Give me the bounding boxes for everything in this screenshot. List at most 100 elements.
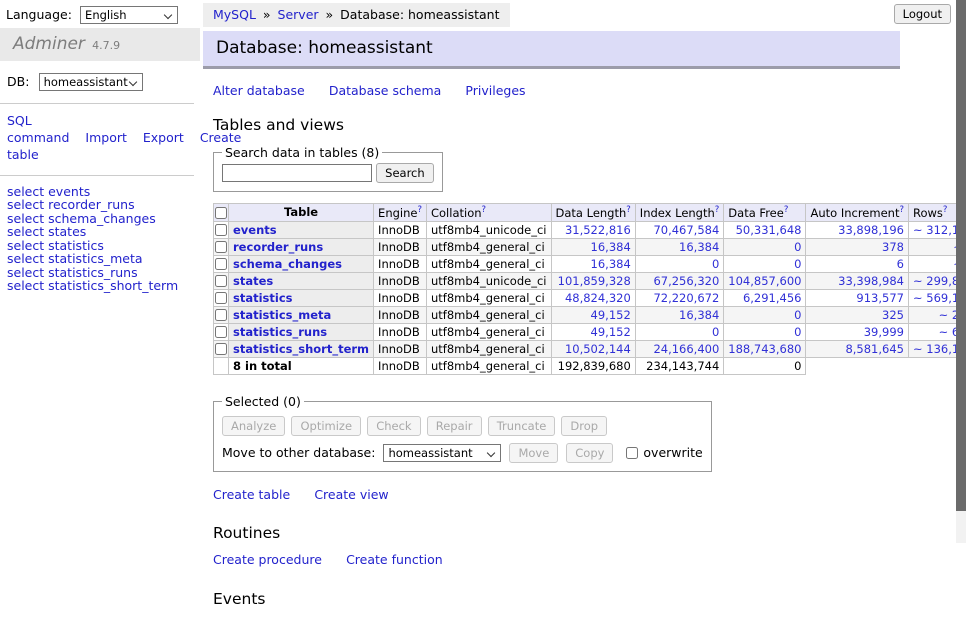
db-select[interactable]: homeassistant — [39, 73, 143, 91]
logout-button[interactable]: Logout — [894, 4, 951, 24]
table-link[interactable]: statistics_runs — [233, 325, 327, 339]
data-free-link[interactable]: 188,743,680 — [728, 342, 801, 356]
col-header-auto-increment[interactable]: Auto Increment? — [806, 204, 909, 222]
data-free-link[interactable]: 0 — [794, 308, 801, 322]
col-header-data-length[interactable]: Data Length? — [551, 204, 635, 222]
index-length-link[interactable]: 0 — [712, 325, 719, 339]
import-link[interactable]: Import — [85, 130, 127, 145]
data-length-link[interactable]: 49,152 — [591, 325, 631, 339]
row-checkbox[interactable] — [215, 326, 227, 338]
data-length-link[interactable]: 10,502,144 — [565, 342, 631, 356]
adminer-logo[interactable]: Adminer — [13, 34, 85, 54]
data-free-link[interactable]: 50,331,648 — [736, 223, 802, 237]
col-header-index-length[interactable]: Index Length? — [635, 204, 724, 222]
create-table-link[interactable]: Create table — [213, 487, 290, 502]
data-length-link[interactable]: 16,384 — [591, 257, 631, 271]
data-free-link[interactable]: 0 — [794, 325, 801, 339]
data-length-link[interactable]: 16,384 — [591, 240, 631, 254]
scrollbar[interactable] — [956, 0, 966, 543]
table-link[interactable]: events — [233, 223, 277, 237]
export-link[interactable]: Export — [143, 130, 184, 145]
help-icon[interactable]: ? — [482, 205, 487, 215]
col-header-engine[interactable]: Engine? — [374, 204, 427, 222]
breadcrumb-server-link[interactable]: Server — [278, 7, 319, 22]
help-icon[interactable]: ? — [899, 205, 904, 215]
table-link[interactable]: states — [233, 274, 273, 288]
sidebar-select-link[interactable]: select states — [7, 225, 200, 239]
scrollbar-thumb[interactable] — [956, 0, 966, 511]
help-icon[interactable]: ? — [715, 205, 720, 215]
optimize-button[interactable]: Optimize — [291, 416, 361, 436]
privileges-link[interactable]: Privileges — [465, 83, 525, 98]
search-input[interactable] — [222, 164, 372, 182]
help-icon[interactable]: ? — [626, 205, 631, 215]
row-checkbox[interactable] — [215, 309, 227, 321]
row-checkbox[interactable] — [215, 343, 227, 355]
index-length-link[interactable]: 24,166,400 — [653, 342, 719, 356]
data-length-link[interactable]: 101,859,328 — [558, 274, 631, 288]
repair-button[interactable]: Repair — [427, 416, 482, 436]
create-procedure-link[interactable]: Create procedure — [213, 552, 322, 567]
auto-increment-link[interactable]: 378 — [882, 240, 904, 254]
move-db-select[interactable]: homeassistant — [383, 444, 501, 462]
table-link[interactable]: statistics — [233, 291, 293, 305]
language-select[interactable]: English — [80, 6, 178, 24]
move-button[interactable]: Move — [509, 443, 558, 463]
col-header-collation[interactable]: Collation? — [426, 204, 551, 222]
row-checkbox[interactable] — [215, 292, 227, 304]
auto-increment-link[interactable]: 8,581,645 — [845, 342, 904, 356]
auto-increment-link[interactable]: 325 — [882, 308, 904, 322]
drop-button[interactable]: Drop — [561, 416, 607, 436]
breadcrumb-mysql-link[interactable]: MySQL — [213, 7, 256, 22]
select-all-checkbox[interactable] — [215, 207, 227, 219]
data-free-link[interactable]: 0 — [794, 240, 801, 254]
data-length-link[interactable]: 49,152 — [591, 308, 631, 322]
alter-database-link[interactable]: Alter database — [213, 83, 305, 98]
col-header-data-free[interactable]: Data Free? — [724, 204, 806, 222]
index-length-link[interactable]: 67,256,320 — [653, 274, 719, 288]
sidebar-select-link[interactable]: select statistics_runs — [7, 266, 200, 280]
sql-command-link[interactable]: SQL command — [7, 113, 69, 145]
table-link[interactable]: recorder_runs — [233, 240, 323, 254]
table-link[interactable]: statistics_meta — [233, 308, 331, 322]
sidebar-select-link[interactable]: select events — [7, 185, 200, 199]
table-link[interactable]: statistics_short_term — [233, 342, 369, 356]
create-function-link[interactable]: Create function — [346, 552, 443, 567]
index-length-link[interactable]: 16,384 — [679, 308, 719, 322]
data-free-link[interactable]: 104,857,600 — [728, 274, 801, 288]
overwrite-checkbox[interactable] — [626, 447, 638, 459]
index-length-link[interactable]: 16,384 — [679, 240, 719, 254]
index-length-link[interactable]: 70,467,584 — [653, 223, 719, 237]
data-length-link[interactable]: 48,824,320 — [565, 291, 631, 305]
help-icon[interactable]: ? — [784, 205, 789, 215]
help-icon[interactable]: ? — [943, 205, 948, 215]
copy-button[interactable]: Copy — [566, 443, 613, 463]
auto-increment-link[interactable]: 6 — [897, 257, 904, 271]
data-free-link[interactable]: 6,291,456 — [743, 291, 802, 305]
index-length-link[interactable]: 0 — [712, 257, 719, 271]
search-button[interactable]: Search — [376, 163, 434, 183]
sidebar-select-link[interactable]: select recorder_runs — [7, 198, 200, 212]
help-icon[interactable]: ? — [417, 205, 422, 215]
sidebar-select-link[interactable]: select schema_changes — [7, 212, 200, 226]
check-button[interactable]: Check — [367, 416, 420, 436]
row-checkbox[interactable] — [215, 258, 227, 270]
truncate-button[interactable]: Truncate — [488, 416, 556, 436]
auto-increment-link[interactable]: 33,898,196 — [838, 223, 904, 237]
data-length-link[interactable]: 31,522,816 — [565, 223, 631, 237]
sidebar-select-link[interactable]: select statistics_short_term — [7, 279, 200, 293]
sidebar-select-link[interactable]: select statistics_meta — [7, 252, 200, 266]
table-link[interactable]: schema_changes — [233, 257, 342, 271]
index-length-link[interactable]: 72,220,672 — [653, 291, 719, 305]
row-checkbox[interactable] — [215, 275, 227, 287]
analyze-button[interactable]: Analyze — [222, 416, 285, 436]
row-checkbox[interactable] — [215, 241, 227, 253]
auto-increment-link[interactable]: 33,398,984 — [838, 274, 904, 288]
auto-increment-link[interactable]: 39,999 — [864, 325, 904, 339]
row-checkbox[interactable] — [215, 224, 227, 236]
data-free-link[interactable]: 0 — [794, 257, 801, 271]
create-view-link[interactable]: Create view — [314, 487, 388, 502]
database-schema-link[interactable]: Database schema — [329, 83, 441, 98]
sidebar-select-link[interactable]: select statistics — [7, 239, 200, 253]
auto-increment-link[interactable]: 913,577 — [856, 291, 904, 305]
